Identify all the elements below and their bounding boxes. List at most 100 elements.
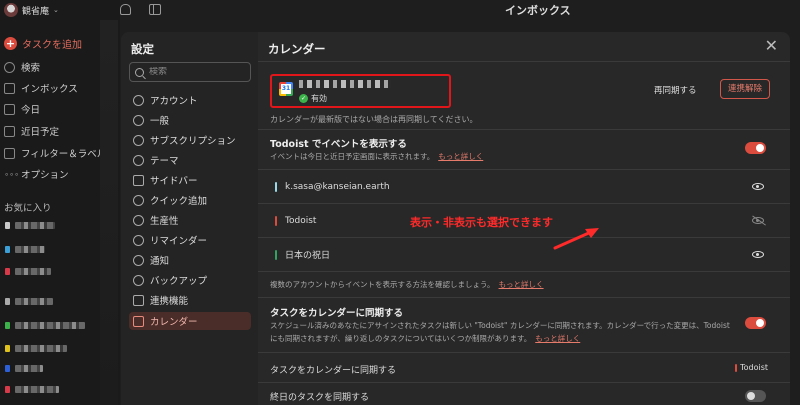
calendar-account-card: ✓ 有効: [270, 74, 451, 108]
sync-tasks-toggle[interactable]: [745, 317, 766, 329]
resync-link[interactable]: 再同期する: [654, 84, 697, 96]
settings-search[interactable]: [129, 62, 251, 82]
multi-account-note: 複数のアカウントからイベントを表示する方法を確認しましょう。 もっと詳しく: [270, 278, 544, 291]
settings-item-backup[interactable]: バックアップ: [129, 271, 251, 289]
search-icon: [4, 61, 15, 73]
calendar-name: 日本の祝日: [285, 251, 331, 261]
calendar-today-icon: [4, 103, 15, 115]
settings-item-label: 一般: [150, 116, 170, 127]
settings-item-general[interactable]: 一般: [129, 111, 251, 129]
sync-target-select[interactable]: Todoist: [735, 363, 768, 372]
show-events-toggle[interactable]: [745, 142, 766, 154]
sidebar-item-search[interactable]: 検索: [4, 60, 40, 74]
sync-tasks-description-1: スケジュール済みのあなたにアサインされたタスクは新しい "Todoist" カレ…: [270, 321, 730, 330]
add-task-label: タスクを追加: [22, 40, 82, 51]
eye-icon[interactable]: [752, 251, 764, 258]
settings-item-account[interactable]: アカウント: [129, 91, 251, 109]
backup-icon: [133, 274, 144, 286]
learn-more-link[interactable]: もっと詳しく: [499, 280, 544, 289]
disconnect-button[interactable]: 連携解除: [720, 79, 770, 99]
settings-search-input[interactable]: [149, 67, 244, 77]
page-title: カレンダー: [268, 42, 326, 56]
sidebar-toggle-icon[interactable]: [149, 4, 161, 15]
subscription-icon: [133, 134, 144, 146]
chevron-down-icon: ⌄: [53, 6, 59, 14]
sidebar-scroll-area: [100, 20, 118, 405]
divider: [258, 61, 790, 62]
calendar-color-swatch: [735, 363, 738, 372]
favorite-item[interactable]: [5, 322, 85, 329]
learn-more-link[interactable]: もっと詳しく: [535, 334, 580, 343]
settings-item-reminders[interactable]: リマインダー: [129, 231, 251, 249]
sidebar-icon: [133, 174, 144, 186]
sidebar-item-today[interactable]: 今日: [4, 102, 40, 116]
settings-item-notifications[interactable]: 通知: [129, 251, 251, 269]
settings-item-label: クイック追加: [150, 196, 208, 207]
all-day-toggle[interactable]: [745, 390, 766, 402]
sync-target-label: タスクをカレンダーに同期する: [270, 366, 397, 376]
settings-title: 設定: [131, 42, 154, 56]
settings-item-integrations[interactable]: 連携機能: [129, 291, 251, 309]
settings-item-label: バックアップ: [150, 276, 208, 287]
favorite-item[interactable]: [5, 298, 53, 305]
calendar-name: k.sasa@kanseian.earth: [285, 181, 390, 192]
avatar: [4, 3, 18, 17]
settings-item-label: カレンダー: [150, 317, 198, 328]
calendar-icon: [133, 315, 144, 327]
settings-item-label: テーマ: [150, 156, 179, 167]
sync-tasks-description-2: にも同期されますが、繰り返しのタスクについてはいくつか制限があります。 もっと詳し…: [270, 332, 580, 345]
account-email-redacted: [299, 80, 391, 88]
eye-off-icon[interactable]: [752, 217, 764, 224]
gear-icon: [133, 114, 144, 126]
favorite-item[interactable]: [5, 268, 51, 275]
sidebar-item-label: 検索: [21, 63, 41, 74]
sidebar-item-inbox[interactable]: インボックス: [4, 81, 78, 95]
close-icon[interactable]: ✕: [765, 38, 778, 54]
all-day-label: 終日のタスクを同期する: [270, 393, 370, 403]
sync-target-value: Todoist: [740, 363, 768, 372]
settings-item-calendar[interactable]: カレンダー: [129, 312, 251, 330]
favorite-item[interactable]: [5, 222, 55, 229]
sidebar-item-upcoming[interactable]: 近日予定: [4, 124, 59, 138]
bell-icon[interactable]: [120, 4, 131, 15]
show-events-heading: Todoist でイベントを表示する: [270, 139, 407, 150]
favorites-header: お気に入り: [4, 203, 52, 214]
learn-more-link[interactable]: もっと詳しく: [438, 152, 483, 161]
sidebar-item-options[interactable]: ∘∘∘ オプション: [4, 167, 69, 182]
user-menu[interactable]: 観省庵 ⌄: [4, 3, 59, 17]
settings-item-sidebar[interactable]: サイドバー: [129, 171, 251, 189]
settings-item-label: 連携機能: [150, 296, 189, 307]
sidebar-item-label: 今日: [21, 105, 41, 116]
plus-icon: +: [4, 37, 17, 50]
top-bar: [120, 0, 800, 20]
status-label: 有効: [311, 94, 327, 103]
calendar-color-swatch: [275, 249, 277, 260]
favorite-item[interactable]: [5, 365, 43, 372]
divider: [258, 129, 790, 130]
favorite-item[interactable]: [5, 345, 67, 352]
add-task-button[interactable]: + タスクを追加: [4, 36, 82, 51]
settings-item-label: サブスクリプション: [150, 136, 236, 147]
eye-icon[interactable]: [752, 183, 764, 190]
sidebar-item-filters[interactable]: フィルター＆ラベル: [4, 146, 106, 160]
bell-icon: [133, 254, 144, 266]
settings-item-theme[interactable]: テーマ: [129, 151, 251, 169]
favorite-item[interactable]: [5, 246, 45, 253]
quick-add-icon: [133, 194, 144, 206]
divider: [258, 271, 790, 272]
google-calendar-icon: [279, 82, 293, 96]
settings-item-label: サイドバー: [150, 176, 198, 187]
calendar-upcoming-icon: [4, 125, 15, 137]
user-name: 観省庵: [22, 6, 50, 17]
settings-item-subscription[interactable]: サブスクリプション: [129, 131, 251, 149]
toggle-knob: [756, 319, 764, 327]
divider: [258, 382, 790, 383]
settings-item-label: アカウント: [150, 96, 198, 107]
account-icon: [133, 94, 144, 106]
favorite-item[interactable]: [5, 386, 59, 393]
settings-item-quick-add[interactable]: クイック追加: [129, 191, 251, 209]
calendar-color-swatch: [275, 215, 277, 226]
account-status: ✓ 有効: [299, 93, 327, 104]
settings-item-productivity[interactable]: 生産性: [129, 211, 251, 229]
inbox-icon: [4, 82, 15, 94]
